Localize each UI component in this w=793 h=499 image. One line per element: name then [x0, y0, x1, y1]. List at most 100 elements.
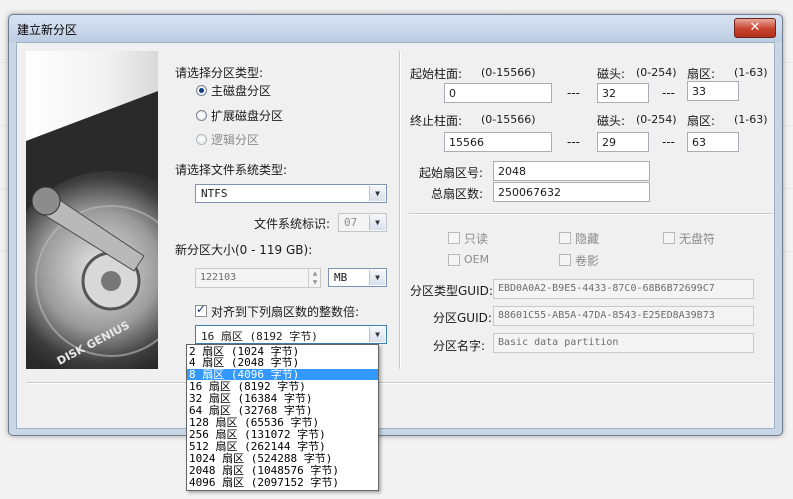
align-select[interactable]: 16 扇区 (8192 字节) ▼: [195, 325, 387, 344]
dash-3: ---: [567, 135, 580, 149]
partition-size-value: 122103: [200, 272, 237, 283]
dash-4: ---: [662, 135, 675, 149]
align-dropdown-list[interactable]: 2 扇区 (1024 字节) 4 扇区 (2048 字节) 8 扇区 (4096…: [186, 344, 379, 491]
end-head-input[interactable]: 29: [597, 132, 649, 152]
align-option[interactable]: 64 扇区 (32768 字节): [187, 405, 378, 416]
align-option[interactable]: 32 扇区 (16384 字节): [187, 393, 378, 404]
align-option[interactable]: 4096 扇区 (2097152 字节): [187, 477, 378, 488]
dialog-body: DISK GENIUS 请选择分区类型: 主磁盘分区 扩展磁盘分区 逻辑分区 请…: [16, 42, 775, 429]
size-spinner[interactable]: ▲ ▼: [308, 269, 321, 287]
filesystem-id-label: 文件系统标识:: [254, 217, 331, 231]
align-option[interactable]: 16 扇区 (8192 字节): [187, 381, 378, 392]
radio-logical-label: 逻辑分区: [211, 133, 260, 147]
head-range-1: (0-254): [636, 66, 677, 79]
start-head-value: 32: [602, 87, 616, 100]
start-head-input[interactable]: 32: [597, 83, 649, 103]
align-option-selected[interactable]: 8 扇区 (4096 字节): [187, 369, 378, 380]
filesystem-label: 请选择文件系统类型:: [175, 163, 288, 177]
partition-guid-value: 88601C55-AB5A-47DA-8543-E25ED8A39B73: [498, 310, 715, 321]
disk-genius-banner: DISK GENIUS: [26, 51, 158, 369]
align-value: 16 扇区 (8192 字节): [201, 330, 318, 343]
shadow-label: 卷影: [575, 254, 600, 268]
sector-range-2: (1-63): [734, 113, 768, 126]
type-guid-input[interactable]: EBD0A0A2-B9E5-4433-87C0-68B6B72699C7: [493, 279, 754, 299]
start-cylinder-input[interactable]: 0: [444, 83, 552, 103]
align-option[interactable]: 256 扇区 (131072 字节): [187, 429, 378, 440]
hidden-checkbox[interactable]: [559, 232, 571, 244]
start-sector-input[interactable]: 33: [687, 81, 739, 101]
shadow-checkbox[interactable]: [559, 254, 571, 266]
partition-type-label: 请选择分区类型:: [175, 66, 264, 80]
filesystem-select[interactable]: NTFS ▼: [195, 184, 387, 203]
end-sector-value: 63: [692, 136, 706, 149]
new-partition-dialog: 建立新分区 ✕ DISK GENIUS 请选择分区类型: 主磁盘分区 扩展磁盘分…: [8, 14, 783, 436]
radio-logical[interactable]: [196, 134, 207, 145]
no-drive-letter-label: 无盘符: [679, 232, 716, 246]
partition-name-input[interactable]: Basic data partition: [493, 333, 754, 353]
readonly-label: 只读: [464, 232, 489, 246]
type-guid-label: 分区类型GUID:: [410, 284, 493, 298]
total-sectors-label: 总扇区数:: [431, 187, 484, 201]
end-cylinder-input[interactable]: 15566: [444, 132, 552, 152]
head-range-2: (0-254): [636, 113, 677, 126]
chevron-down-icon[interactable]: ▼: [369, 186, 385, 201]
end-cylinder-value: 15566: [449, 136, 484, 149]
no-drive-letter-checkbox[interactable]: [663, 232, 675, 244]
partition-name-label: 分区名字:: [433, 339, 486, 353]
readonly-checkbox[interactable]: [448, 232, 460, 244]
close-icon: ✕: [749, 20, 761, 35]
start-cylinder-label: 起始柱面:: [410, 67, 463, 81]
partition-guid-input[interactable]: 88601C55-AB5A-47DA-8543-E25ED8A39B73: [493, 306, 754, 326]
dash-2: ---: [662, 86, 675, 100]
partition-size-label: 新分区大小(0 - 119 GB):: [175, 243, 313, 257]
partition-name-value: Basic data partition: [498, 337, 619, 348]
align-option[interactable]: 2048 扇区 (1048576 字节): [187, 465, 378, 476]
end-cylinder-label: 终止柱面:: [410, 114, 463, 128]
align-option[interactable]: 128 扇区 (65536 字节): [187, 417, 378, 428]
align-option[interactable]: 1024 扇区 (524288 字节): [187, 453, 378, 464]
total-sectors-value: 250067632: [498, 186, 561, 199]
end-sector-input[interactable]: 63: [687, 132, 739, 152]
partition-size-input[interactable]: 122103: [195, 268, 321, 288]
title-bar[interactable]: 建立新分区 ✕: [9, 15, 782, 42]
close-button[interactable]: ✕: [734, 18, 776, 38]
radio-primary[interactable]: [196, 85, 207, 96]
type-guid-value: EBD0A0A2-B9E5-4433-87C0-68B6B72699C7: [498, 283, 715, 294]
partition-guid-label: 分区GUID:: [433, 311, 492, 325]
chevron-down-icon[interactable]: ▼: [369, 327, 385, 342]
sector-range-1: (1-63): [734, 66, 768, 79]
radio-extended-label: 扩展磁盘分区: [211, 109, 284, 123]
size-unit-select[interactable]: MB ▼: [328, 268, 387, 287]
chevron-down-icon[interactable]: ▼: [369, 270, 385, 285]
head-label-1: 磁头:: [597, 67, 626, 81]
dash-1: ---: [567, 86, 580, 100]
start-sector-input[interactable]: 2048: [493, 161, 650, 181]
align-option[interactable]: 4 扇区 (2048 字节): [187, 357, 378, 368]
align-checkbox[interactable]: [195, 302, 207, 317]
chevron-down-icon[interactable]: ▼: [369, 215, 385, 230]
radio-extended[interactable]: [196, 110, 207, 121]
hidden-label: 隐藏: [575, 232, 600, 246]
start-sector-value: 2048: [498, 165, 526, 178]
start-sector-label: 起始扇区号:: [419, 166, 484, 180]
end-cylinder-range: (0-15566): [481, 113, 536, 126]
sector-label-1: 扇区:: [687, 67, 716, 81]
end-head-value: 29: [602, 136, 616, 149]
oem-label: OEM: [464, 253, 490, 266]
vertical-divider: [399, 51, 401, 369]
bottom-divider: [26, 382, 772, 384]
oem-checkbox[interactable]: [448, 254, 460, 266]
start-cylinder-range: (0-15566): [481, 66, 536, 79]
start-cylinder-value: 0: [449, 87, 456, 100]
filesystem-id-value: 07: [344, 216, 358, 229]
start-sector-value: 33: [692, 85, 706, 98]
size-unit-value: MB: [334, 271, 348, 284]
total-sectors-input[interactable]: 250067632: [493, 182, 650, 202]
filesystem-value: NTFS: [201, 187, 228, 200]
filesystem-id-select[interactable]: 07 ▼: [338, 213, 387, 232]
align-option[interactable]: 512 扇区 (262144 字节): [187, 441, 378, 452]
sector-label-2: 扇区:: [687, 114, 716, 128]
hard-disk-image: DISK GENIUS: [26, 91, 158, 369]
radio-primary-label: 主磁盘分区: [211, 84, 272, 98]
head-label-2: 磁头:: [597, 114, 626, 128]
